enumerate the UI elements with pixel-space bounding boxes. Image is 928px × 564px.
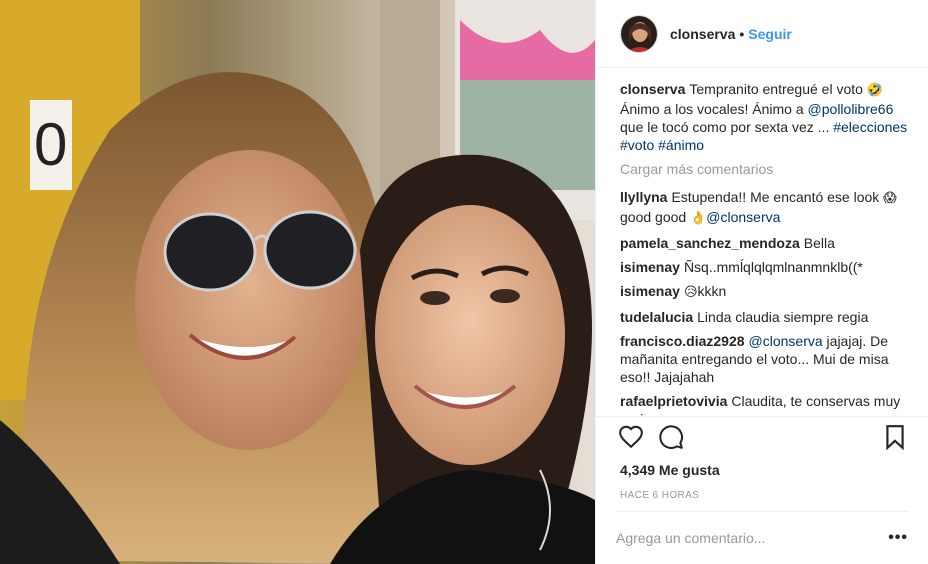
caption-mention-link[interactable]: @pollolibre66 bbox=[808, 101, 894, 117]
post-view: 0 clonserva • Seguir clonserva Tempranit… bbox=[0, 0, 928, 564]
heart-icon[interactable] bbox=[618, 424, 644, 450]
comment-thread: llyllyna Estupenda!! Me encantó ese look … bbox=[620, 188, 908, 416]
svg-text:0: 0 bbox=[34, 111, 67, 178]
header-separator: • bbox=[739, 25, 745, 42]
comment-text: Ñsq..mmĺqlqlqmlnanmnklb((* bbox=[683, 259, 863, 276]
post-photo[interactable]: 0 bbox=[0, 0, 595, 564]
caption: clonserva Tempranito entregué el voto 🤣 Á… bbox=[620, 80, 908, 154]
emoji-icon: 👌 bbox=[690, 211, 707, 227]
follow-button[interactable]: Seguir bbox=[748, 26, 792, 42]
comments-list: clonserva Tempranito entregué el voto 🤣 Á… bbox=[596, 68, 928, 416]
comment-icon[interactable] bbox=[658, 424, 684, 450]
post-sidebar: clonserva • Seguir clonserva Tempranito e… bbox=[595, 0, 928, 564]
comment-text: Linda claudia siempre regia bbox=[697, 309, 869, 326]
load-more-comments[interactable]: Cargar más comentarios bbox=[620, 160, 908, 178]
comment-item: pamela_sanchez_mendoza Bella bbox=[620, 234, 908, 252]
comment-text: Bella bbox=[803, 235, 835, 252]
comment-mention-link[interactable]: @clonserva bbox=[706, 209, 780, 225]
likes-count[interactable]: 4,349 Me gusta bbox=[596, 458, 928, 478]
comment-item: rafaelprietovivia Claudita, te conservas … bbox=[620, 392, 908, 416]
comment-username[interactable]: tudelalucia bbox=[620, 309, 693, 325]
bookmark-icon[interactable] bbox=[882, 424, 908, 451]
comment-item: tudelalucia Linda claudia siempre regia bbox=[620, 308, 908, 326]
comment-item: francisco.diaz2928 @clonserva jajajaj. De… bbox=[620, 332, 908, 386]
more-options-button[interactable]: ••• bbox=[888, 529, 908, 547]
comment-username[interactable]: isimenay bbox=[620, 283, 680, 299]
emoji-icon: 😱 bbox=[883, 191, 897, 207]
comment-input[interactable] bbox=[616, 529, 889, 546]
comment-item: isimenay 😥kkkn bbox=[620, 282, 908, 302]
avatar-image bbox=[621, 15, 657, 52]
hashtag-link[interactable]: #ánimo bbox=[658, 137, 704, 153]
caption-text-3: que le tocó como por sexta vez ... bbox=[620, 119, 834, 136]
comment-username[interactable]: rafaelprietovivia bbox=[620, 393, 727, 409]
comment-username[interactable]: pamela_sanchez_mendoza bbox=[620, 235, 800, 251]
laughing-emoji-icon: 🤣 bbox=[866, 83, 884, 99]
caption-username[interactable]: clonserva bbox=[620, 81, 685, 97]
post-timestamp[interactable]: HACE 6 HORAS bbox=[596, 478, 928, 511]
hashtag-link[interactable]: #elecciones bbox=[833, 119, 907, 135]
comment-username[interactable]: francisco.diaz2928 bbox=[620, 333, 745, 349]
comment-item: llyllyna Estupenda!! Me encantó ese look … bbox=[620, 188, 908, 228]
emoji-icon: 😥 bbox=[683, 285, 698, 301]
comment-mention-link[interactable]: @clonserva bbox=[749, 333, 823, 349]
selfie-image: 0 bbox=[0, 0, 595, 564]
comment-username[interactable]: isimenay bbox=[620, 259, 680, 275]
action-bar bbox=[596, 416, 928, 458]
caption-text-2: Ánimo a los vocales! Ánimo a bbox=[620, 101, 804, 118]
comment-text: kkkn bbox=[697, 283, 727, 300]
comment-username[interactable]: llyllyna bbox=[620, 189, 667, 205]
comment-text: good good bbox=[620, 209, 691, 226]
hashtag-link[interactable]: #voto bbox=[620, 137, 654, 153]
comment-item: isimenay Ñsq..mmĺqlqlqmlnanmnklb((* bbox=[620, 258, 908, 276]
comment-text: Estupenda!! Me encantó ese look bbox=[671, 189, 884, 206]
caption-text-1: Tempranito entregué el voto bbox=[689, 81, 863, 98]
header-username[interactable]: clonserva bbox=[670, 26, 735, 42]
avatar[interactable] bbox=[620, 14, 658, 53]
post-header: clonserva • Seguir bbox=[596, 0, 928, 69]
add-comment-bar: ••• bbox=[616, 510, 908, 564]
